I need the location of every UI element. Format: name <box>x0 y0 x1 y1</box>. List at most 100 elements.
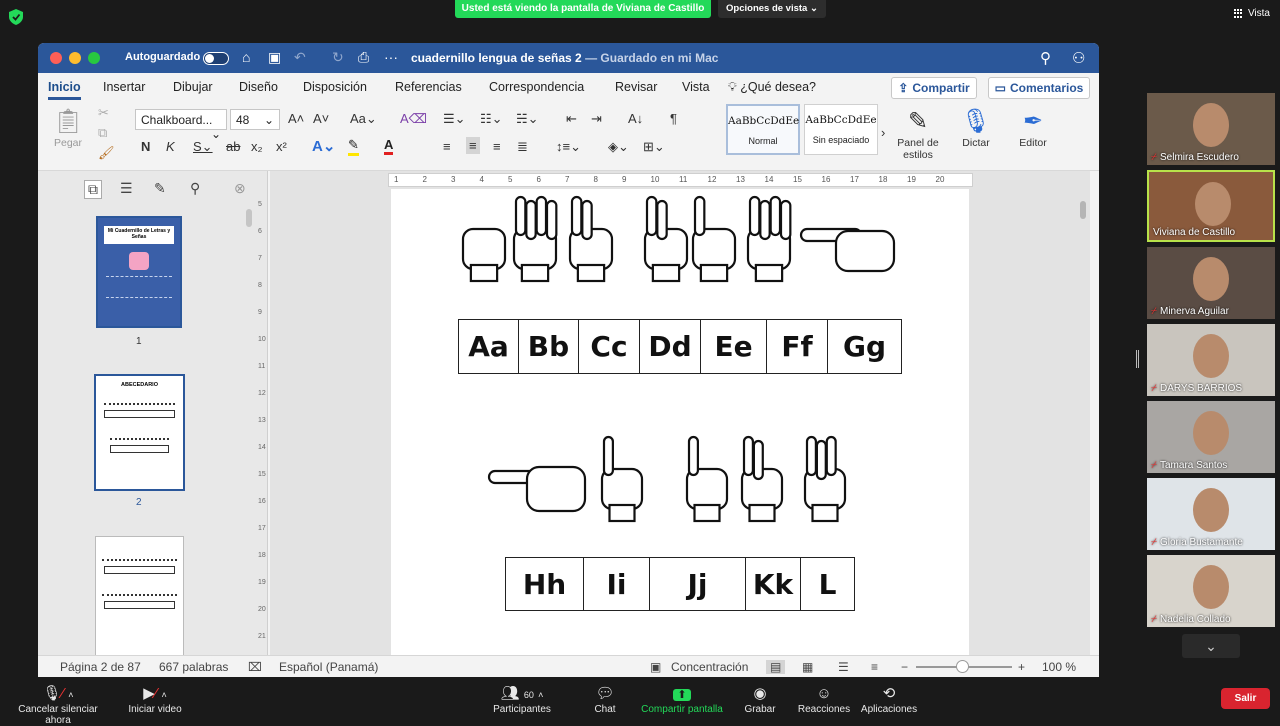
styles-pane-button[interactable]: ✎ Panel de estilos <box>893 107 943 161</box>
tell-me-box[interactable]: 💡︎ ¿Qué desea? <box>728 80 816 95</box>
close-window-button[interactable] <box>50 52 62 64</box>
search-icon[interactable]: ⚲ <box>1040 49 1051 67</box>
document-map-icon[interactable]: ✎ <box>154 180 166 197</box>
zoom-level[interactable]: 100 % <box>1042 660 1076 674</box>
sort-icon[interactable]: A↓ <box>628 111 643 126</box>
close-icon[interactable]: ⊗ <box>234 180 246 197</box>
multilevel-list-icon[interactable]: ☵⌄ <box>516 111 539 127</box>
superscript-icon[interactable]: x² <box>276 139 287 154</box>
line-spacing-icon[interactable]: ↕≡⌄ <box>556 139 581 155</box>
apps-button[interactable]: ⟲ Aplicaciones <box>858 684 920 715</box>
save-icon[interactable]: ▣ <box>268 49 281 66</box>
align-right-icon[interactable]: ≡ <box>493 139 501 154</box>
align-left-icon[interactable]: ≡ <box>443 139 451 154</box>
word-count[interactable]: 667 palabras <box>159 660 228 674</box>
account-icon[interactable]: ⚇ <box>1072 49 1085 67</box>
maximize-window-button[interactable] <box>88 52 100 64</box>
bullets-icon[interactable]: ☰⌄ <box>443 111 466 127</box>
comments-button[interactable]: ▭ Comentarios <box>988 77 1090 99</box>
zoom-out-icon[interactable]: − <box>901 660 908 674</box>
grow-font-icon[interactable]: A˄ <box>288 111 304 126</box>
page-count[interactable]: Página 2 de 87 <box>60 660 141 674</box>
participants-button[interactable]: 👥︎ 60 ˄ Participantes <box>487 684 557 715</box>
chevron-right-icon[interactable]: › <box>881 125 885 140</box>
tab-correspondencia[interactable]: Correspondencia <box>489 80 584 94</box>
home-icon[interactable]: ⌂ <box>242 49 250 65</box>
cut-icon[interactable]: ✂ <box>98 105 109 121</box>
tab-dibujar[interactable]: Dibujar <box>173 80 213 94</box>
zoom-slider-thumb[interactable] <box>956 660 969 673</box>
tab-insertar[interactable]: Insertar <box>103 80 145 94</box>
paste-button[interactable]: 📋︎ Pegar <box>50 107 86 149</box>
share-button[interactable]: ⇪ Compartir <box>891 77 977 99</box>
more-icon[interactable]: ··· <box>384 49 398 65</box>
bold-icon[interactable]: N <box>141 139 150 154</box>
chat-button[interactable]: 💬︎ Chat <box>585 684 625 715</box>
resize-handle[interactable] <box>1136 350 1139 368</box>
copy-icon[interactable]: ⧉ <box>98 125 107 141</box>
format-painter-icon[interactable]: 🖌︎ <box>98 145 115 161</box>
print-layout-icon[interactable]: ▤ <box>766 660 786 674</box>
style-no-spacing[interactable]: AaBbCcDdEe Sin espaciado <box>804 104 878 155</box>
focus-icon[interactable]: ▣ <box>650 660 661 674</box>
focus-mode[interactable]: Concentración <box>671 660 748 674</box>
subscript-icon[interactable]: x₂ <box>251 139 263 154</box>
view-options-button[interactable]: Opciones de vista ⌄ <box>718 0 826 18</box>
start-video-button[interactable]: ▶︎⁄ ˄ Iniciar video <box>120 684 190 715</box>
search-icon[interactable]: ⚲ <box>190 180 200 197</box>
share-screen-button[interactable]: ⬆ Compartir pantalla <box>638 684 726 715</box>
nav-scrollbar[interactable] <box>246 209 252 227</box>
tab-revisar[interactable]: Revisar <box>615 80 657 94</box>
increase-indent-icon[interactable]: ⇥ <box>591 111 602 127</box>
borders-icon[interactable]: ⊞⌄ <box>643 139 665 155</box>
participant-tile[interactable]: Viviana de Castillo <box>1147 170 1275 242</box>
outline-icon[interactable]: ☰ <box>120 180 133 197</box>
language[interactable]: Español (Panamá) <box>279 660 378 674</box>
decrease-indent-icon[interactable]: ⇤ <box>566 111 577 127</box>
participant-tile[interactable]: ⌿ Nadelia Collado <box>1147 555 1275 627</box>
text-effects-icon[interactable]: A⌄ <box>312 137 335 155</box>
strikethrough-icon[interactable]: ab <box>226 139 240 154</box>
tab-diseno[interactable]: Diseño <box>239 80 278 94</box>
highlight-icon[interactable]: ✎ <box>348 137 359 156</box>
tab-vista[interactable]: Vista <box>682 80 710 94</box>
page-thumbnail[interactable]: Mi Cuadernillo de Letras y Señas <box>96 216 182 328</box>
dictate-button[interactable]: 🎙︎ Dictar <box>956 107 996 149</box>
pilcrow-icon[interactable]: ¶ <box>670 111 677 126</box>
zoom-in-icon[interactable]: + <box>1018 660 1025 674</box>
tab-inicio[interactable]: Inicio <box>48 80 81 100</box>
font-size-select[interactable]: 48 ⌄ <box>230 109 280 130</box>
clear-format-icon[interactable]: A⌫ <box>400 111 427 127</box>
thumbnails-icon[interactable]: ⧉ <box>84 180 102 199</box>
underline-icon[interactable]: S⌄ <box>193 139 213 155</box>
more-participants-button[interactable]: ⌄ <box>1182 634 1240 658</box>
align-center-icon[interactable]: ≡ <box>466 137 480 154</box>
document-scrollbar[interactable] <box>1080 201 1086 219</box>
participant-tile[interactable]: ⌿ Selmira Escudero <box>1147 93 1275 165</box>
view-button[interactable]: Vista <box>1233 8 1270 19</box>
editor-button[interactable]: ✒ Editor <box>1013 107 1053 149</box>
style-normal[interactable]: AaBbCcDdEe Normal <box>726 104 800 155</box>
proofing-icon[interactable]: ⌧ <box>248 660 262 674</box>
outline-view-icon[interactable]: ☰ <box>838 660 849 674</box>
numbering-icon[interactable]: ☷⌄ <box>480 111 503 127</box>
change-case-icon[interactable]: Aa⌄ <box>350 111 377 127</box>
redo-icon[interactable]: ↻ <box>332 49 344 66</box>
shrink-font-icon[interactable]: A˅ <box>313 111 329 126</box>
shading-icon[interactable]: ◈⌄ <box>608 139 629 155</box>
tab-referencias[interactable]: Referencias <box>395 80 462 94</box>
record-button[interactable]: ◉ Grabar <box>740 684 780 715</box>
web-layout-icon[interactable]: ▦ <box>802 660 813 674</box>
draft-view-icon[interactable]: ≡ <box>871 660 878 674</box>
tab-disposicion[interactable]: Disposición <box>303 80 367 94</box>
participant-tile[interactable]: ⌿ Gloria Bustamante <box>1147 478 1275 550</box>
undo-icon[interactable]: ↶ <box>294 49 306 66</box>
page-thumbnail[interactable] <box>95 536 184 655</box>
minimize-window-button[interactable] <box>69 52 81 64</box>
participant-tile[interactable]: ⌿ Tamara Santos <box>1147 401 1275 473</box>
font-name-select[interactable]: Chalkboard... ⌄ <box>135 109 227 141</box>
participant-tile[interactable]: ⌿ Minerva Aguilar <box>1147 247 1275 319</box>
autosave-toggle[interactable] <box>203 52 229 65</box>
participant-tile[interactable]: ⌿ DARYS BARRIOS <box>1147 324 1275 396</box>
justify-icon[interactable]: ≣ <box>517 139 528 155</box>
